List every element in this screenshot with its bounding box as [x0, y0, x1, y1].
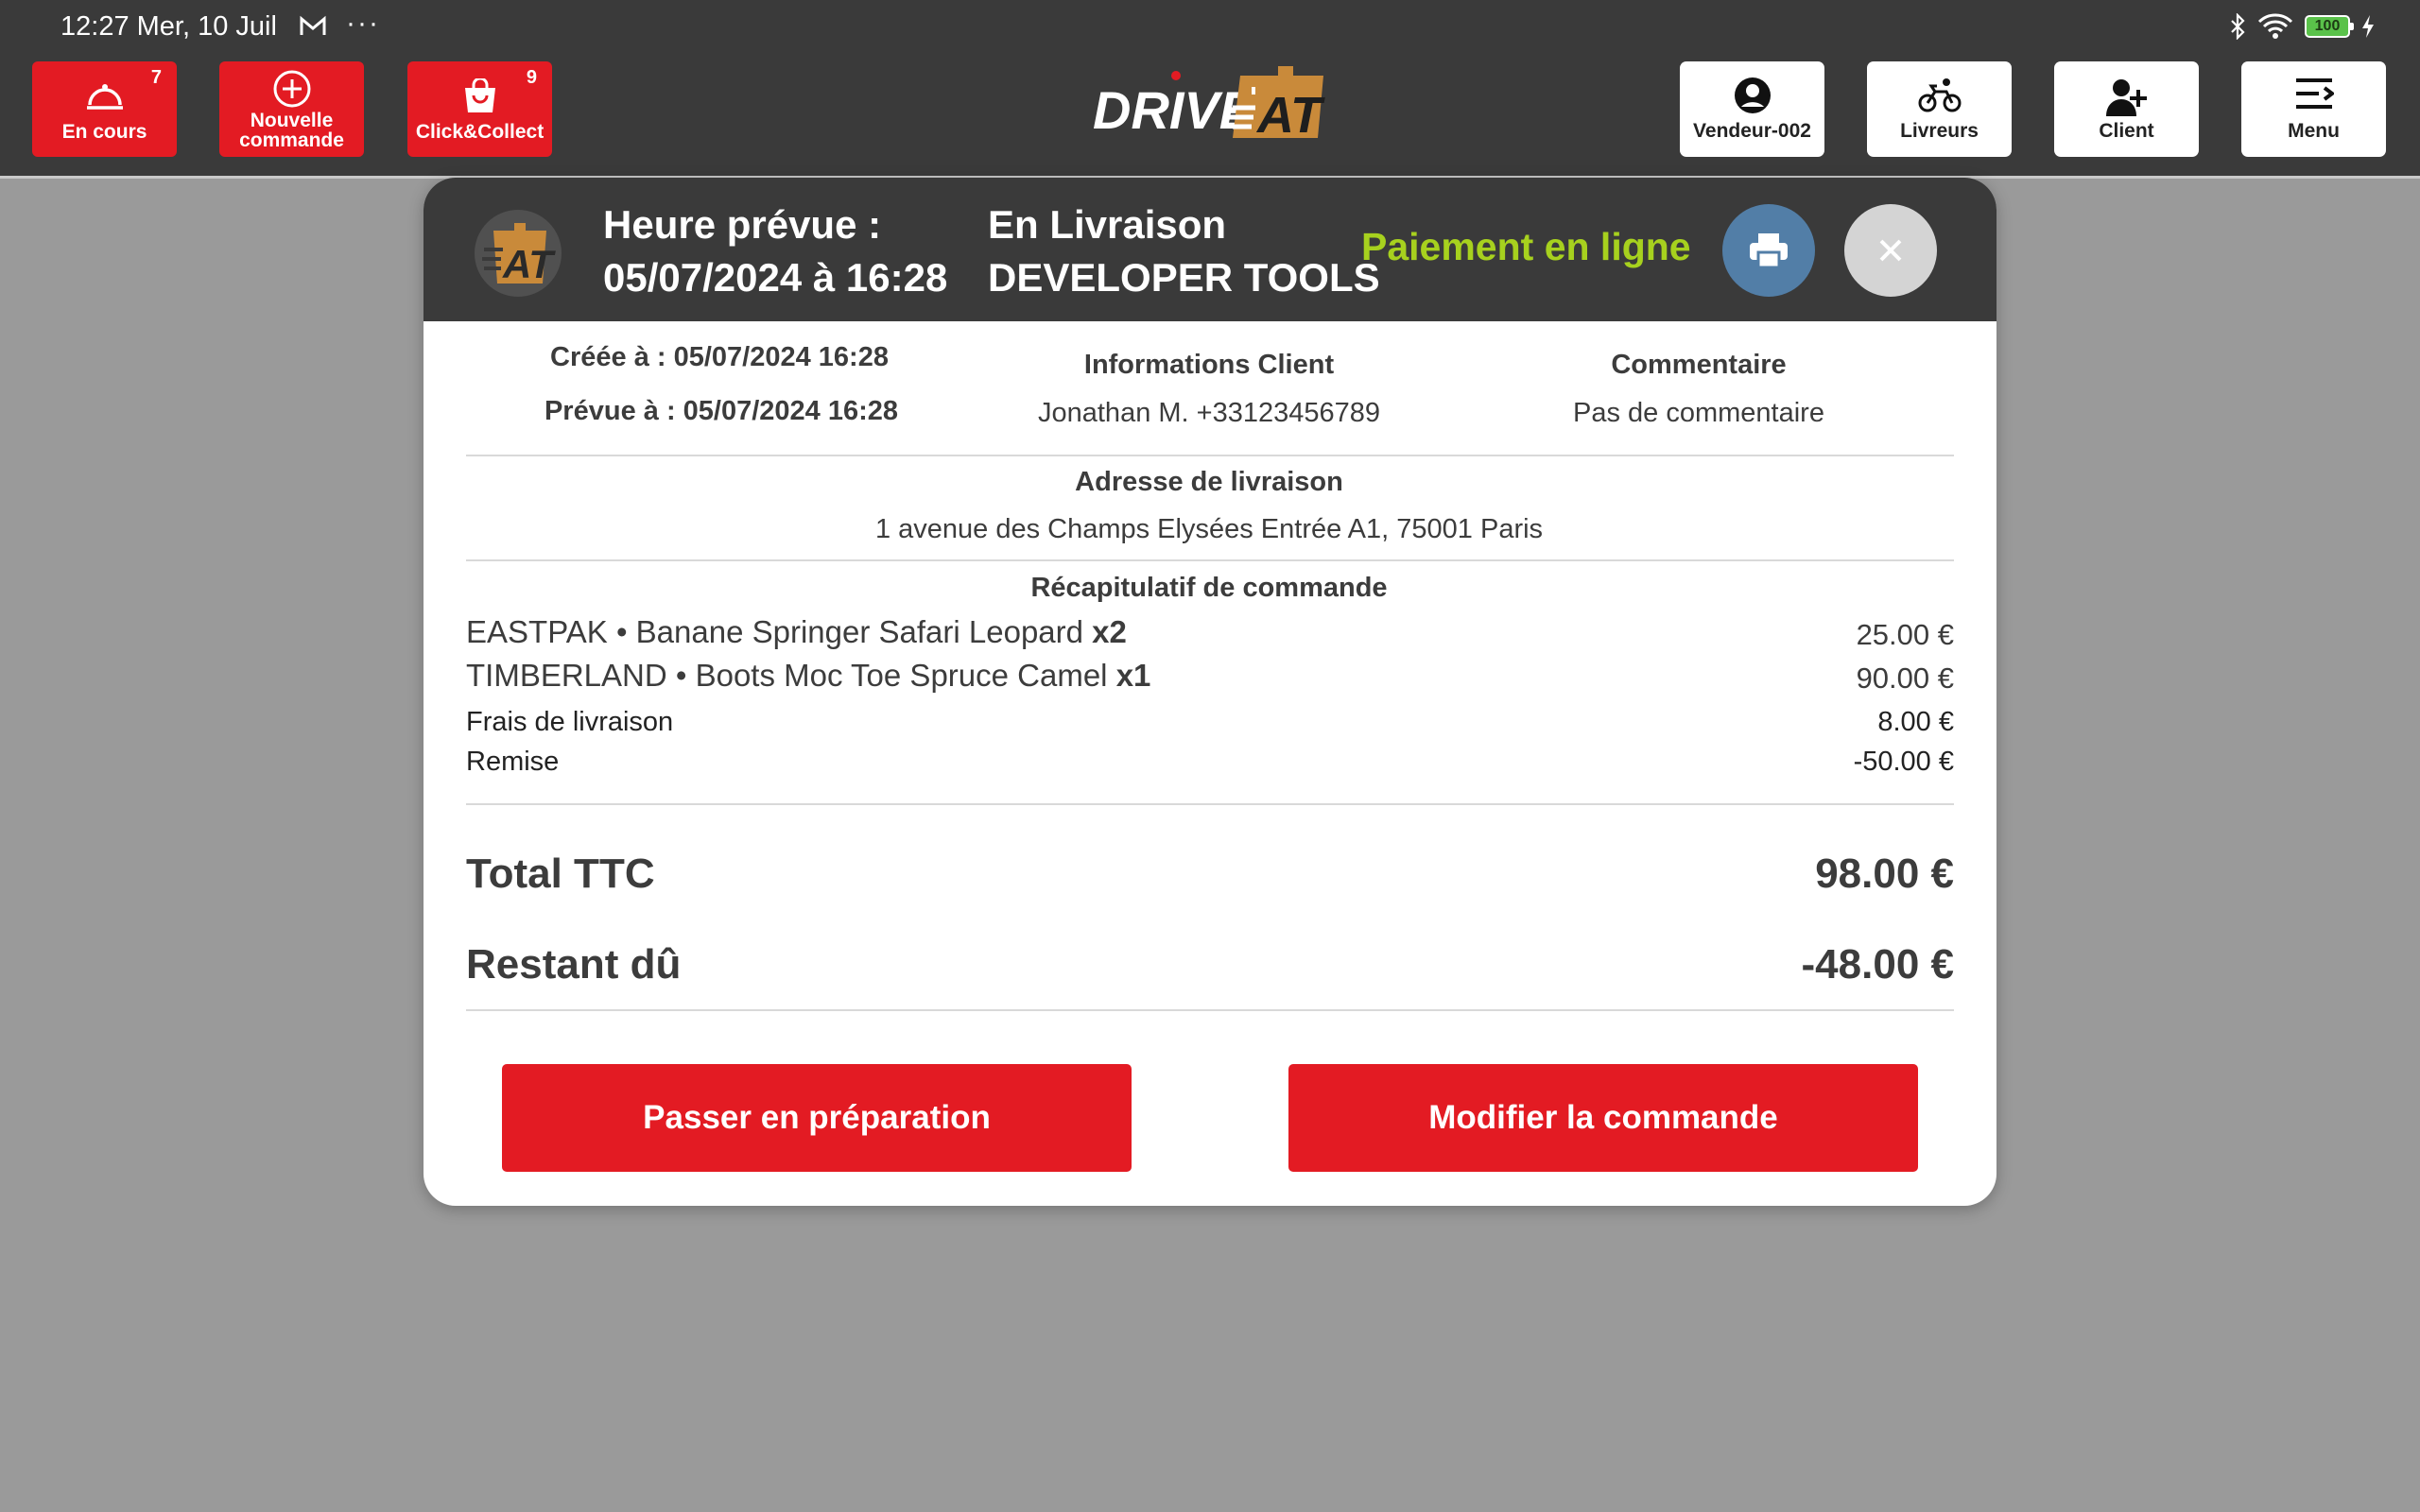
discount-value: -50.00 € — [1853, 747, 1954, 777]
print-button[interactable] — [1722, 204, 1815, 297]
en-cours-badge: 7 — [150, 67, 162, 88]
click-collect-badge: 9 — [526, 67, 537, 88]
payment-status: Paiement en ligne — [1361, 225, 1691, 268]
comment-value: Pas de commentaire — [1573, 398, 1824, 428]
close-icon — [1879, 239, 1902, 262]
gmail-icon — [300, 15, 326, 35]
wifi-icon — [2257, 13, 2293, 39]
client-info-value: Jonathan M. +33123456789 — [1037, 398, 1381, 428]
vendeur-label: Vendeur-002 — [1693, 120, 1811, 142]
comment-title: Commentaire — [1611, 350, 1787, 380]
click-collect-button[interactable]: 9 Click&Collect — [407, 61, 552, 157]
order-header: AT Heure prévue : 05/07/2024 à 16:28 En … — [424, 178, 1996, 321]
order-item-qty: x2 — [1092, 614, 1127, 649]
close-button[interactable] — [1844, 204, 1937, 297]
bicycle-icon — [1918, 78, 1961, 112]
cloche-icon — [86, 84, 123, 110]
click-collect-label: Click&Collect — [415, 121, 544, 143]
more-notifications-icon: ··· — [346, 8, 380, 39]
order-item-name: EASTPAK • Banane Springer Safari Leopard… — [466, 614, 1127, 649]
battery-icon: 100 — [2305, 15, 2354, 38]
divider — [466, 1009, 1954, 1011]
logo-word-at: AT — [1255, 87, 1325, 144]
total-label: Total TTC — [466, 850, 655, 897]
order-item-price: 90.00 € — [1856, 662, 1954, 695]
livreurs-label: Livreurs — [1900, 120, 1979, 142]
en-cours-button[interactable]: 7 En cours — [32, 61, 177, 157]
add-circle-icon — [273, 70, 310, 108]
modify-order-button[interactable]: Modifier la commande — [1288, 1064, 1918, 1172]
nouvelle-commande-label-1: Nouvelle — [250, 110, 334, 131]
bluetooth-icon — [2231, 13, 2245, 40]
status-bar: 12:27 Mer, 10 Juil ··· 100 — [0, 0, 2420, 55]
address-value: 1 avenue des Champs Elysées Entrée A1, 7… — [874, 514, 1544, 544]
order-item-qty: x1 — [1115, 658, 1151, 693]
prepare-order-button[interactable]: Passer en préparation — [502, 1064, 1132, 1172]
menu-label: Menu — [2288, 120, 2340, 142]
store-name: DEVELOPER TOOLS — [988, 255, 1380, 300]
menu-button[interactable]: Menu — [2241, 61, 2386, 157]
remaining-value: -48.00 € — [1801, 941, 1954, 988]
planned-time-label: Heure prévue : — [603, 202, 882, 247]
client-info-title: Informations Client — [1083, 350, 1335, 380]
svg-text:AT: AT — [502, 242, 556, 286]
divider — [466, 559, 1954, 561]
address-title: Adresse de livraison — [1075, 467, 1343, 497]
planned-time-value: 05/07/2024 à 16:28 — [603, 255, 948, 300]
shopping-bag-icon — [464, 78, 495, 112]
remaining-label: Restant dû — [466, 941, 682, 988]
en-cours-label: En cours — [61, 121, 147, 143]
delivery-fee-value: 8.00 € — [1877, 707, 1954, 737]
client-button[interactable]: Client — [2054, 61, 2199, 157]
order-item-name: TIMBERLAND • Boots Moc Toe Spruce Camel … — [466, 658, 1151, 693]
status-icons: 100 — [2229, 13, 2375, 40]
planned-at: Prévue à : 05/07/2024 16:28 — [544, 396, 899, 426]
nouvelle-commande-button[interactable]: Nouvelle commande — [219, 61, 364, 157]
order-detail-modal: AT Heure prévue : 05/07/2024 à 16:28 En … — [424, 178, 1996, 1206]
created-at: Créée à : 05/07/2024 16:28 — [550, 342, 889, 372]
store-logo-icon: AT — [475, 210, 562, 297]
top-bar: 12:27 Mer, 10 Juil ··· 100 7 En cours No… — [0, 0, 2420, 179]
status-time: 12:27 Mer, 10 Juil — [60, 11, 277, 42]
drive-eat-logo: DRIVE AT — [1093, 66, 1325, 144]
recap-title: Récapitulatif de commande — [1030, 573, 1388, 603]
order-status: En Livraison — [988, 202, 1227, 247]
livreurs-button[interactable]: Livreurs — [1867, 61, 2012, 157]
divider — [466, 803, 1954, 805]
nouvelle-commande-label-2: commande — [239, 129, 344, 151]
vendeur-button[interactable]: Vendeur-002 — [1680, 61, 1824, 157]
add-person-icon — [2105, 79, 2147, 116]
logo-word-drive: DRIVE — [1093, 80, 1256, 140]
order-item-price: 25.00 € — [1856, 618, 1954, 651]
client-label: Client — [2099, 120, 2154, 142]
account-circle-icon — [1734, 77, 1771, 113]
charging-icon — [2362, 15, 2374, 38]
discount-label: Remise — [466, 747, 560, 777]
divider — [466, 455, 1954, 456]
menu-icon — [2295, 78, 2334, 109]
printer-icon — [1750, 233, 1788, 269]
total-value: 98.00 € — [1815, 850, 1954, 897]
delivery-fee-label: Frais de livraison — [466, 707, 674, 737]
